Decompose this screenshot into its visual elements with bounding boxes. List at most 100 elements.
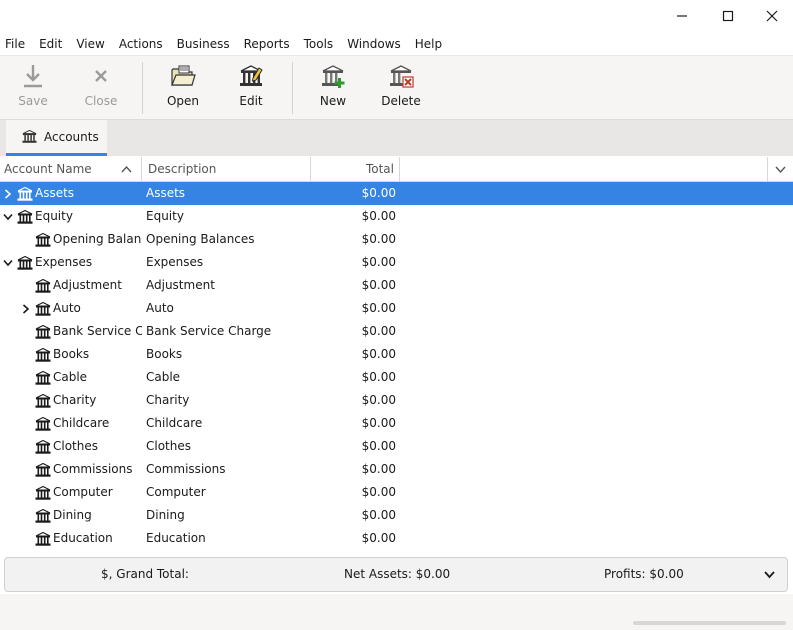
account-description: Commissions xyxy=(146,462,226,476)
account-description: Childcare xyxy=(146,416,203,430)
edit-label: Edit xyxy=(239,94,263,108)
account-row[interactable]: Dining Dining $0.00 xyxy=(0,504,793,527)
new-account-button[interactable]: New xyxy=(303,60,363,116)
close-page-button[interactable]: Close xyxy=(71,60,131,116)
account-total: $0.00 xyxy=(361,186,396,200)
delete-label: Delete xyxy=(381,94,421,108)
menu-help[interactable]: Help xyxy=(411,32,450,56)
edit-account-icon xyxy=(240,65,263,86)
account-description: Clothes xyxy=(146,439,191,453)
account-row[interactable]: Childcare Childcare $0.00 xyxy=(0,412,793,435)
bank-icon xyxy=(35,347,51,363)
account-row[interactable]: Education Education $0.00 xyxy=(0,527,793,550)
menu-tools[interactable]: Tools xyxy=(300,32,342,56)
menu-file[interactable]: File xyxy=(0,32,33,56)
account-row[interactable]: Opening Balances Opening Balances $0.00 xyxy=(0,228,793,251)
account-row[interactable]: Assets Assets $0.00 xyxy=(0,182,793,205)
toolbar: Save Close Open Edit New Delete xyxy=(0,56,793,120)
account-total: $0.00 xyxy=(361,485,396,499)
close-icon xyxy=(766,10,778,22)
bank-icon xyxy=(35,324,51,340)
column-account-name[interactable]: Account Name xyxy=(4,157,92,182)
column-chooser-icon[interactable] xyxy=(775,166,786,174)
bank-icon xyxy=(22,129,37,144)
progress-bar xyxy=(633,621,786,625)
account-row[interactable]: Books Books $0.00 xyxy=(0,343,793,366)
bank-icon xyxy=(35,508,51,524)
account-row[interactable]: Auto Auto $0.00 xyxy=(0,297,793,320)
bank-icon xyxy=(17,209,33,225)
account-total: $0.00 xyxy=(361,347,396,361)
account-name: Education xyxy=(53,531,113,545)
menu-windows[interactable]: Windows xyxy=(343,32,409,56)
chevron-down-icon[interactable] xyxy=(2,205,14,228)
bank-icon xyxy=(35,416,51,432)
account-tree: Assets Assets $0.00 Equity Equity $0.00 Openin… xyxy=(0,182,793,552)
column-header: Account Name Description Total xyxy=(0,157,793,182)
account-total: $0.00 xyxy=(361,370,396,384)
save-button[interactable]: Save xyxy=(3,60,63,116)
account-total: $0.00 xyxy=(361,531,396,545)
column-separator[interactable] xyxy=(399,157,400,182)
summary-bar: $, Grand Total: Net Assets: $0.00 Profit… xyxy=(4,557,788,592)
account-description: Opening Balances xyxy=(146,232,255,246)
chevron-down-icon[interactable] xyxy=(763,568,776,581)
tab-accounts[interactable]: Accounts xyxy=(6,120,107,156)
account-name: Expenses xyxy=(35,255,93,269)
chevron-down-icon[interactable] xyxy=(2,251,14,274)
account-name: Books xyxy=(53,347,90,361)
save-icon xyxy=(24,65,42,88)
open-button[interactable]: Open xyxy=(153,60,213,116)
account-name: Adjustment xyxy=(53,278,122,292)
account-row[interactable]: Cable Cable $0.00 xyxy=(0,366,793,389)
toolbar-separator xyxy=(142,62,143,114)
account-name: Childcare xyxy=(53,416,110,430)
account-row[interactable]: Computer Computer $0.00 xyxy=(0,481,793,504)
close-icon xyxy=(95,70,107,82)
account-row[interactable]: Equity Equity $0.00 xyxy=(0,205,793,228)
grand-total-label: $, Grand Total: xyxy=(101,567,189,581)
account-row[interactable] xyxy=(0,550,793,552)
account-row[interactable]: Charity Charity $0.00 xyxy=(0,389,793,412)
edit-button[interactable]: Edit xyxy=(221,60,281,116)
account-row[interactable]: Bank Service Charge Bank Service Charge $0… xyxy=(0,320,793,343)
account-total: $0.00 xyxy=(361,508,396,522)
bank-icon xyxy=(35,278,51,294)
bank-icon xyxy=(17,255,33,271)
account-row[interactable]: Adjustment Adjustment $0.00 xyxy=(0,274,793,297)
bank-icon xyxy=(35,370,51,386)
account-row[interactable]: Commissions Commissions $0.00 xyxy=(0,458,793,481)
bank-icon xyxy=(17,186,33,202)
sort-ascending-icon[interactable] xyxy=(121,165,132,173)
account-row[interactable]: Clothes Clothes $0.00 xyxy=(0,435,793,458)
account-description: Cable xyxy=(146,370,181,384)
column-total[interactable]: Total xyxy=(310,157,394,182)
bank-icon xyxy=(35,439,51,455)
maximize-button[interactable] xyxy=(705,0,751,32)
column-description[interactable]: Description xyxy=(148,157,216,182)
menu-reports[interactable]: Reports xyxy=(240,32,298,56)
menu-edit[interactable]: Edit xyxy=(35,32,70,56)
account-name: Dining xyxy=(53,508,92,522)
account-description: Adjustment xyxy=(146,278,215,292)
account-total: $0.00 xyxy=(361,324,396,338)
menu-view[interactable]: View xyxy=(72,32,112,56)
delete-account-button[interactable]: Delete xyxy=(371,60,431,116)
account-description: Equity xyxy=(146,209,184,223)
open-label: Open xyxy=(166,94,200,108)
account-name: Computer xyxy=(53,485,113,499)
menu-actions[interactable]: Actions xyxy=(115,32,171,56)
minimize-button[interactable] xyxy=(659,0,705,32)
account-description: Bank Service Charge xyxy=(146,324,272,338)
account-total: $0.00 xyxy=(361,232,396,246)
account-row[interactable]: Expenses Expenses $0.00 xyxy=(0,251,793,274)
chevron-right-icon[interactable] xyxy=(20,297,32,320)
bank-icon xyxy=(35,232,51,248)
chevron-right-icon[interactable] xyxy=(2,182,14,205)
close-window-button[interactable] xyxy=(749,0,793,32)
column-separator[interactable] xyxy=(141,157,142,182)
menu-business[interactable]: Business xyxy=(173,32,238,56)
title-bar xyxy=(0,0,793,32)
menu-bar: File Edit View Actions Business Reports … xyxy=(0,32,793,56)
account-total: $0.00 xyxy=(361,255,396,269)
